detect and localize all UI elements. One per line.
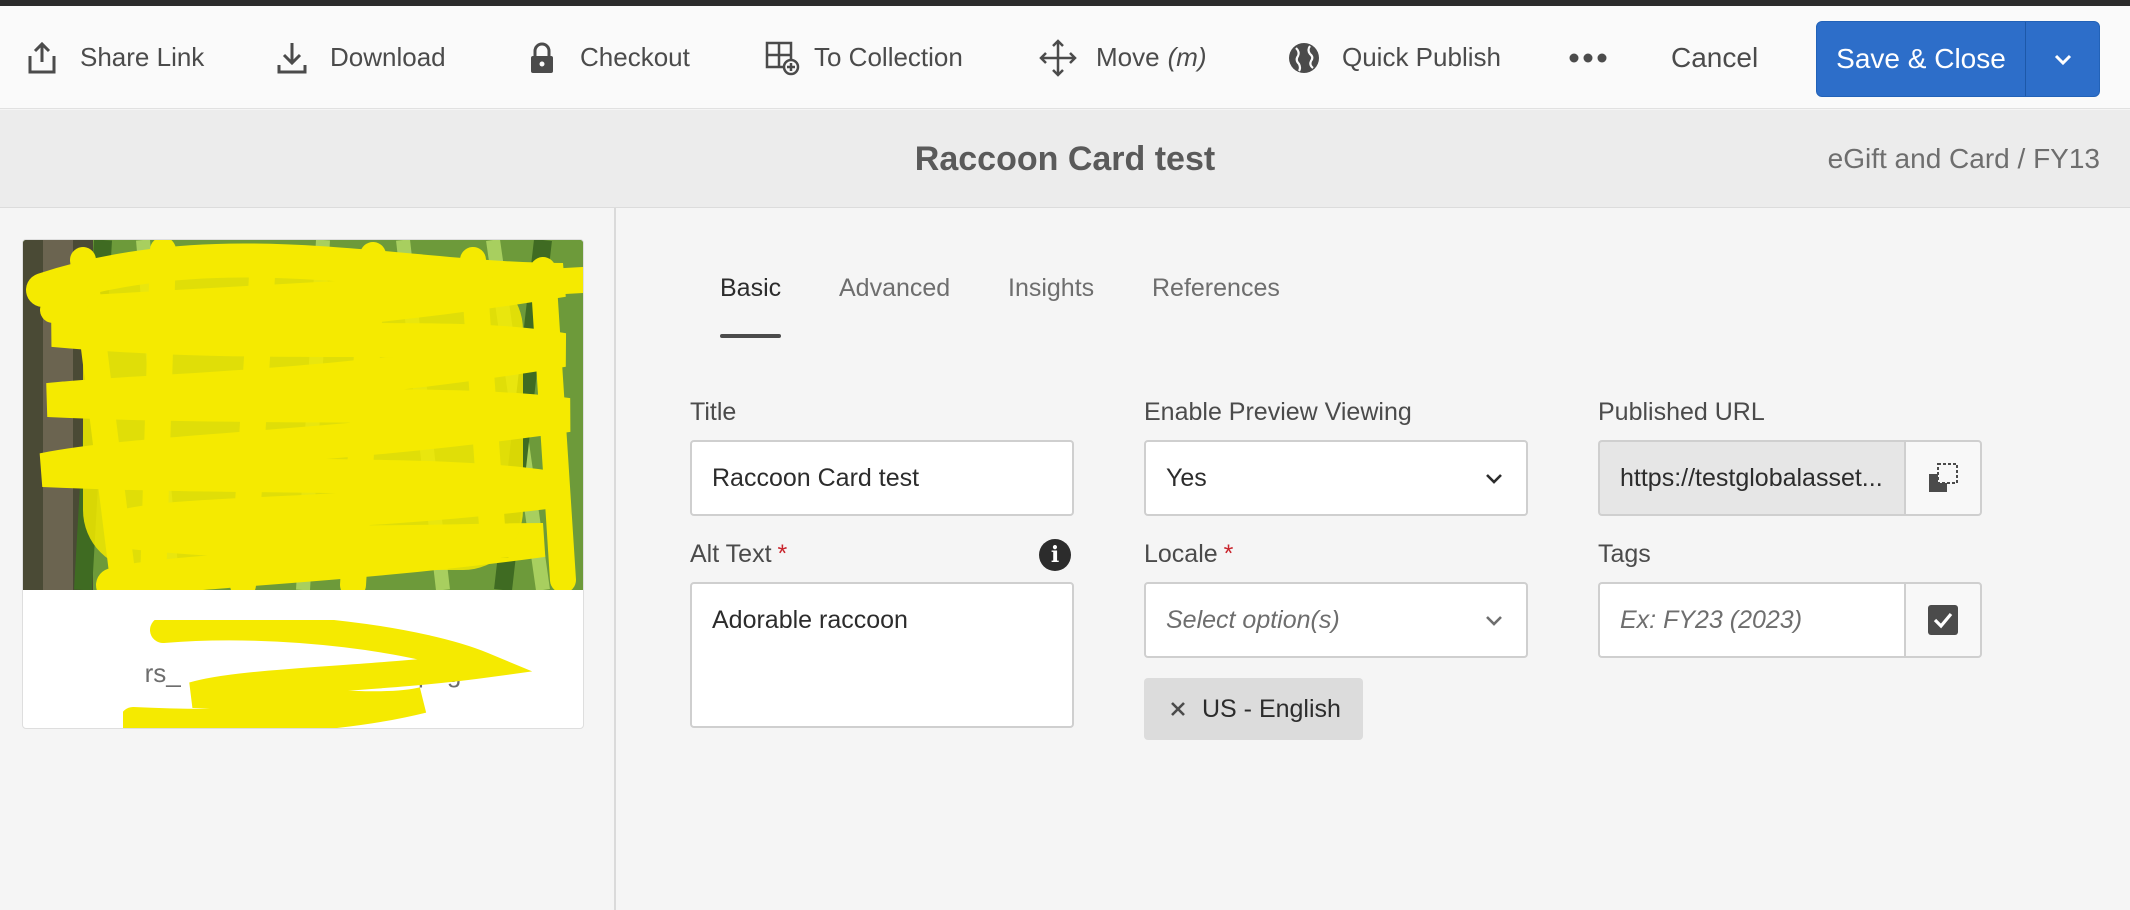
globe-icon [1284,38,1324,78]
copy-icon [1929,463,1958,492]
locale-tag-us-english[interactable]: US - English [1144,678,1363,740]
to-collection-button[interactable]: To Collection [762,6,963,109]
locale-select[interactable]: Select option(s) [1144,582,1528,658]
chevron-down-icon [2054,54,2071,66]
move-label: Move [1096,42,1160,72]
alt-text-textarea[interactable]: Adorable raccoon [690,582,1074,728]
asset-card[interactable]: rs_ .png [22,239,584,729]
asset-thumbnail [23,240,583,602]
action-toolbar: Share Link Download Checkout To Collecti… [0,6,2130,109]
preview-viewing-label: Enable Preview Viewing [1144,398,1412,426]
tags-label: Tags [1598,540,1651,568]
to-collection-label: To Collection [814,42,963,72]
title-bar: Raccoon Card test eGift and Card / FY13 [0,110,2130,208]
add-to-collection-icon [762,38,802,78]
locale-placeholder: Select option(s) [1166,605,1340,634]
tab-references[interactable]: References [1152,240,1280,340]
locale-label: Locale * [1144,540,1234,568]
required-marker: * [777,540,788,568]
breadcrumb[interactable]: eGift and Card / FY13 [1828,110,2100,208]
tags-placeholder: Ex: FY23 (2023) [1620,605,1803,634]
published-url-label: Published URL [1598,398,1765,426]
copy-url-button[interactable] [1904,440,1982,516]
chevron-down-icon [1486,474,1502,484]
download-button[interactable]: Download [272,6,446,109]
tags-picker-button[interactable] [1904,582,1982,658]
tab-basic[interactable]: Basic [720,240,782,340]
move-icon [1038,38,1078,78]
save-close-button[interactable]: Save & Close [1817,22,2025,96]
checkout-label: Checkout [580,42,690,72]
save-close-group: Save & Close [1816,21,2100,97]
quick-publish-label: Quick Publish [1342,42,1501,72]
share-icon [22,38,62,78]
published-url-field[interactable]: https://testglobalasset... [1598,440,1904,516]
cancel-button[interactable]: Cancel [1671,6,1758,109]
checkbox-check-icon [1928,605,1958,635]
info-icon[interactable]: i [1039,539,1071,571]
tab-advanced[interactable]: Advanced [839,240,950,340]
title-input[interactable]: Raccoon Card test [690,440,1074,516]
share-link-button[interactable]: Share Link [22,6,204,109]
move-shortcut: (m) [1167,42,1207,72]
redaction-scribble [123,620,533,728]
quick-publish-button[interactable]: Quick Publish [1284,6,1501,109]
download-label: Download [330,42,446,72]
download-icon [272,38,312,78]
alt-text-label: Alt Text * [690,540,788,568]
asset-preview-pane: rs_ .png [0,208,616,910]
tab-insights[interactable]: Insights [1008,240,1094,340]
share-link-label: Share Link [80,42,205,72]
chevron-down-icon [1486,616,1502,626]
more-actions-button[interactable] [1568,6,1608,109]
preview-viewing-value: Yes [1166,463,1207,492]
more-icon [1569,53,1607,62]
tags-input[interactable]: Ex: FY23 (2023) [1598,582,1904,658]
move-button[interactable]: Move (m) [1038,6,1207,109]
page-title: Raccoon Card test [914,139,1216,178]
close-icon[interactable] [1168,699,1188,719]
required-marker: * [1223,540,1234,568]
locale-tag-label: US - English [1202,694,1341,723]
save-options-button[interactable] [2026,22,2099,96]
checkout-button[interactable]: Checkout [522,6,690,109]
title-label: Title [690,398,737,426]
preview-viewing-select[interactable]: Yes [1144,440,1528,516]
lock-icon [522,38,562,78]
